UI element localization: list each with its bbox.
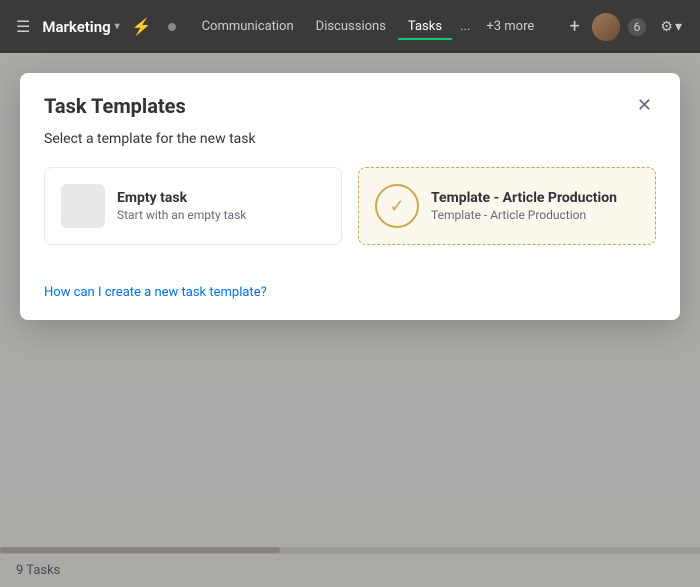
empty-task-text: Empty task Start with an empty task (117, 190, 246, 222)
article-production-text: Template - Article Production Template -… (431, 190, 617, 222)
navbar: ☰ Marketing ▾ ⚡ Communication Discussion… (0, 0, 700, 53)
modal-overlay: Task Templates ✕ Select a template for t… (0, 53, 700, 587)
settings-chevron-icon: ▾ (675, 19, 682, 35)
article-production-subtitle: Template - Article Production (431, 208, 617, 222)
empty-task-subtitle: Start with an empty task (117, 208, 246, 222)
help-link[interactable]: How can I create a new task template? (44, 285, 267, 300)
add-view-button[interactable]: + (565, 12, 583, 41)
dialog-footer: How can I create a new task template? (20, 265, 680, 320)
brand-button[interactable]: Marketing ▾ (42, 18, 119, 36)
settings-button[interactable]: ⚙ ▾ (654, 15, 688, 39)
empty-task-card[interactable]: Empty task Start with an empty task (44, 167, 342, 245)
tab-communication[interactable]: Communication (192, 13, 304, 40)
dialog-header: Task Templates ✕ (20, 73, 680, 131)
brand-chevron-icon: ▾ (115, 21, 120, 32)
brand-label: Marketing (42, 18, 110, 36)
pulse-icon[interactable]: ⚡ (128, 13, 156, 40)
dialog-subtitle: Select a template for the new task (20, 131, 680, 167)
article-production-card[interactable]: ✓ Template - Article Production Template… (358, 167, 656, 245)
template-cards-area: Empty task Start with an empty task ✓ Te… (20, 167, 680, 265)
nav-tabs: Communication Discussions Tasks ... +3 m… (192, 13, 558, 40)
gear-icon: ⚙ (660, 19, 673, 35)
tab-discussions[interactable]: Discussions (306, 13, 396, 40)
check-icon: ✓ (375, 184, 419, 228)
tab-more-icon[interactable]: ... (454, 15, 476, 38)
empty-task-icon (61, 184, 105, 228)
dialog-title: Task Templates (44, 94, 186, 118)
article-production-title: Template - Article Production (431, 190, 617, 206)
status-dot (168, 23, 176, 31)
hamburger-icon[interactable]: ☰ (12, 13, 34, 40)
tab-plus-more[interactable]: +3 more (478, 15, 542, 38)
main-area: Task Templates ✕ Select a template for t… (0, 53, 700, 587)
avatar-image (592, 13, 620, 41)
notifications-badge[interactable]: 6 (628, 18, 647, 36)
avatar[interactable] (592, 13, 620, 41)
task-templates-dialog: Task Templates ✕ Select a template for t… (20, 73, 680, 320)
close-button[interactable]: ✕ (633, 93, 656, 119)
empty-task-title: Empty task (117, 190, 246, 206)
tab-tasks[interactable]: Tasks (398, 13, 452, 40)
